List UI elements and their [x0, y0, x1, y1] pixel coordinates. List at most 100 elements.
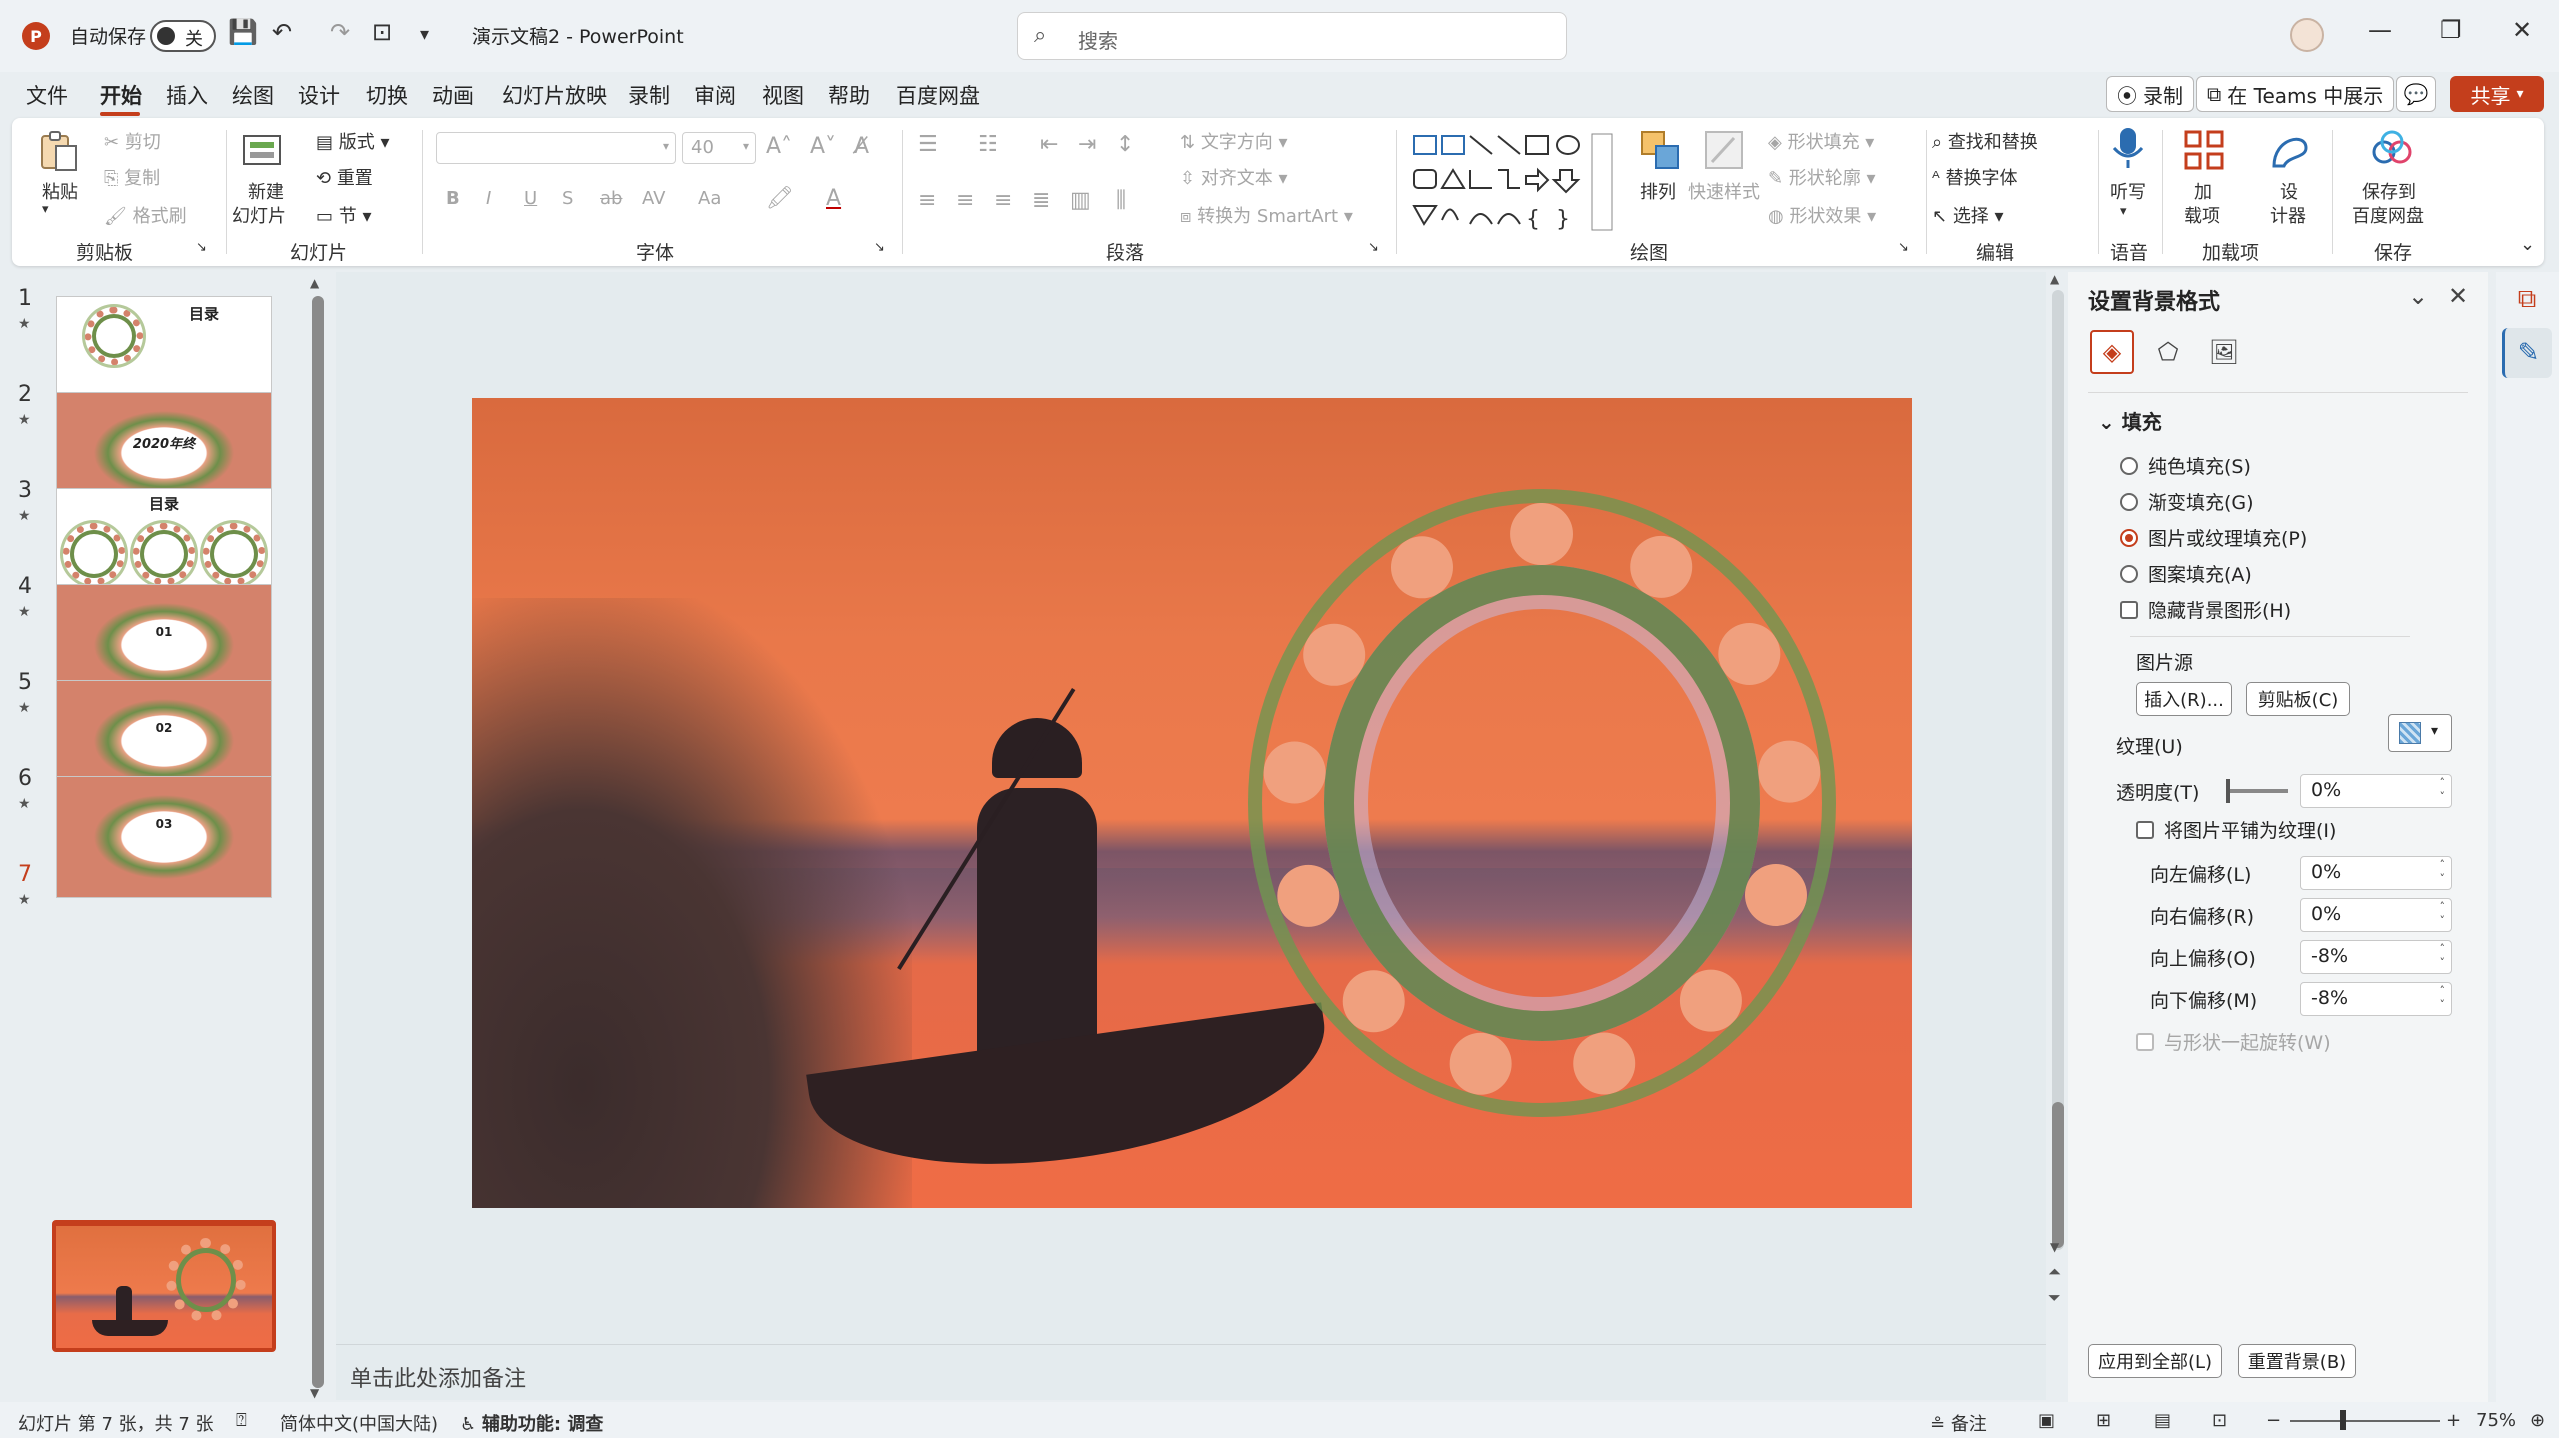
justify-icon[interactable]: ≣: [1032, 188, 1050, 213]
zoom-slider[interactable]: [2290, 1420, 2440, 1422]
checkbox[interactable]: [2120, 600, 2138, 619]
format-pane-icon[interactable]: ✎: [2502, 328, 2552, 378]
designer-icon[interactable]: [2268, 128, 2312, 172]
present-in-teams-button[interactable]: ⧉ 在 Teams 中展示: [2196, 76, 2395, 112]
paste-chevron-icon[interactable]: ▾: [42, 202, 49, 217]
designer-pane-icon[interactable]: ⧉: [2502, 274, 2552, 324]
bold-button[interactable]: B: [446, 188, 460, 209]
fill-section-header[interactable]: ⌄ 填充: [2098, 406, 2162, 435]
radio[interactable]: [2120, 492, 2138, 511]
zoom-level[interactable]: 75%: [2476, 1410, 2516, 1431]
tab-home[interactable]: 开始: [100, 80, 142, 110]
pattern-fill-option[interactable]: 图案填充(A): [2120, 560, 2252, 587]
tile-as-texture-option[interactable]: 将图片平铺为纹理(I): [2136, 816, 2336, 843]
arrange-icon[interactable]: [1638, 128, 1682, 172]
clipboard-picture-button[interactable]: 剪贴板(C): [2246, 682, 2350, 716]
picture-tab-icon[interactable]: 🖼: [2202, 330, 2246, 374]
rotate-with-shape-option[interactable]: 与形状一起旋转(W): [2136, 1028, 2331, 1055]
dialog-launcher-icon[interactable]: ↘: [874, 240, 885, 255]
tab-design[interactable]: 设计: [298, 80, 340, 110]
smartart-button[interactable]: ⧈ 转换为 SmartArt ▾: [1180, 202, 1353, 228]
slideshow-icon[interactable]: ⊡: [2212, 1410, 2227, 1431]
tab-view[interactable]: 视图: [762, 80, 804, 110]
next-slide-icon[interactable]: ⏷: [2048, 1288, 2061, 1308]
strikethrough-button[interactable]: ab: [600, 188, 622, 209]
solid-fill-option[interactable]: 纯色填充(S): [2120, 452, 2251, 479]
addins-icon[interactable]: [2182, 128, 2226, 172]
offset-left-input[interactable]: 0% ˄ ˅: [2300, 856, 2452, 890]
shape-effects-button[interactable]: ◍ 形状效果 ▾: [1768, 202, 1876, 228]
text-direction-button[interactable]: ⇅ 文字方向 ▾: [1180, 128, 1288, 154]
radio-selected[interactable]: [2120, 528, 2138, 547]
notes-toggle[interactable]: ≗ 备注: [1930, 1410, 1987, 1436]
prev-slide-icon[interactable]: ⏶: [2048, 1262, 2061, 1282]
align-left-icon[interactable]: ≡: [918, 188, 936, 213]
find-replace-button[interactable]: ⌕ 查找和替换: [1932, 128, 2038, 154]
tab-baidu[interactable]: 百度网盘: [896, 80, 980, 110]
designer-button[interactable]: 设: [2280, 178, 2298, 204]
offset-bottom-input[interactable]: -8% ˄ ˅: [2300, 982, 2452, 1016]
clear-format-icon[interactable]: A̸: [854, 134, 869, 159]
slide-thumbnail-7-preview[interactable]: [52, 1222, 276, 1352]
autosave-toggle[interactable]: 关: [150, 20, 216, 52]
tab-file[interactable]: 文件: [26, 80, 68, 110]
change-case-button[interactable]: Aa: [698, 188, 721, 209]
highlight-icon[interactable]: 🖍: [766, 186, 794, 211]
gradient-fill-option[interactable]: 渐变填充(G): [2120, 488, 2254, 515]
tab-draw[interactable]: 绘图: [232, 80, 274, 110]
italic-button[interactable]: I: [486, 188, 491, 209]
fill-tab-icon[interactable]: ◈: [2090, 330, 2134, 374]
share-button[interactable]: 共享 ▾: [2450, 76, 2544, 112]
underline-button[interactable]: U: [524, 188, 537, 209]
thumbnail-scrollbar-thumb[interactable]: [312, 296, 324, 1388]
bullets-icon[interactable]: ☰: [918, 132, 938, 157]
tab-animations[interactable]: 动画: [432, 80, 474, 110]
search-box[interactable]: ⌕ 搜索: [1017, 12, 1567, 60]
minimize-icon[interactable]: —: [2368, 16, 2392, 44]
quick-styles-button[interactable]: 快速样式: [1688, 178, 1760, 204]
notes-pane[interactable]: 单击此处添加备注: [336, 1344, 2046, 1400]
align-center-icon[interactable]: ≡: [956, 188, 974, 213]
zoom-in-icon[interactable]: +: [2446, 1410, 2461, 1431]
grow-font-icon[interactable]: A˄: [766, 134, 792, 159]
font-size-combo[interactable]: 40 ▾: [682, 132, 756, 164]
transparency-slider[interactable]: [2226, 779, 2288, 803]
apply-to-all-button[interactable]: 应用到全部(L): [2088, 1344, 2222, 1378]
shape-fill-button[interactable]: ◈ 形状填充 ▾: [1768, 128, 1874, 154]
distributed-icon[interactable]: ▥: [1070, 188, 1091, 213]
replace-font-button[interactable]: ᴬ 替换字体: [1932, 164, 2017, 190]
increase-indent-icon[interactable]: ⇥: [1078, 132, 1096, 157]
accessibility-status[interactable]: ♿ 辅助功能: 调查: [460, 1410, 603, 1436]
dialog-launcher-icon[interactable]: ↘: [196, 240, 207, 255]
customize-qat-icon[interactable]: ▾: [420, 24, 429, 45]
microphone-icon[interactable]: [2106, 126, 2150, 170]
offset-top-input[interactable]: -8% ˄ ˅: [2300, 940, 2452, 974]
decrease-indent-icon[interactable]: ⇤: [1040, 132, 1058, 157]
radio[interactable]: [2120, 456, 2138, 475]
redo-icon[interactable]: ↷: [330, 18, 350, 46]
arrange-button[interactable]: 排列: [1640, 178, 1676, 204]
tab-review[interactable]: 审阅: [694, 80, 736, 110]
scroll-down-icon[interactable]: ▼: [310, 1386, 319, 1400]
dialog-launcher-icon[interactable]: ↘: [1368, 240, 1379, 255]
spinner-arrows[interactable]: ˄ ˅: [2440, 858, 2446, 886]
spelling-icon[interactable]: ⍰: [236, 1410, 247, 1431]
reading-view-icon[interactable]: ▤: [2154, 1410, 2171, 1431]
zoom-slider-knob[interactable]: [2340, 1410, 2346, 1430]
numbering-icon[interactable]: ☷: [978, 132, 998, 157]
format-painter-button[interactable]: 🖌 格式刷: [104, 202, 187, 228]
line-spacing-icon[interactable]: ↕: [1116, 132, 1134, 157]
checkbox[interactable]: [2136, 820, 2154, 839]
cut-button[interactable]: ✂ 剪切: [104, 128, 161, 154]
slide-count[interactable]: 幻灯片 第 7 张，共 7 张: [18, 1410, 214, 1436]
shapes-gallery[interactable]: {}: [1408, 130, 1618, 234]
tab-insert[interactable]: 插入: [166, 80, 208, 110]
canvas-scrollbar-thumb[interactable]: [2052, 1102, 2064, 1248]
quick-styles-icon[interactable]: [1702, 128, 1746, 172]
normal-view-icon[interactable]: ▣: [2038, 1410, 2055, 1431]
effects-tab-icon[interactable]: ⬠: [2146, 330, 2190, 374]
shape-outline-button[interactable]: ✎ 形状轮廓 ▾: [1768, 164, 1876, 190]
slide-sorter-icon[interactable]: ⊞: [2096, 1410, 2111, 1431]
dictate-chevron-icon[interactable]: ▾: [2120, 204, 2127, 219]
record-button[interactable]: ⦿ 录制: [2106, 76, 2194, 112]
